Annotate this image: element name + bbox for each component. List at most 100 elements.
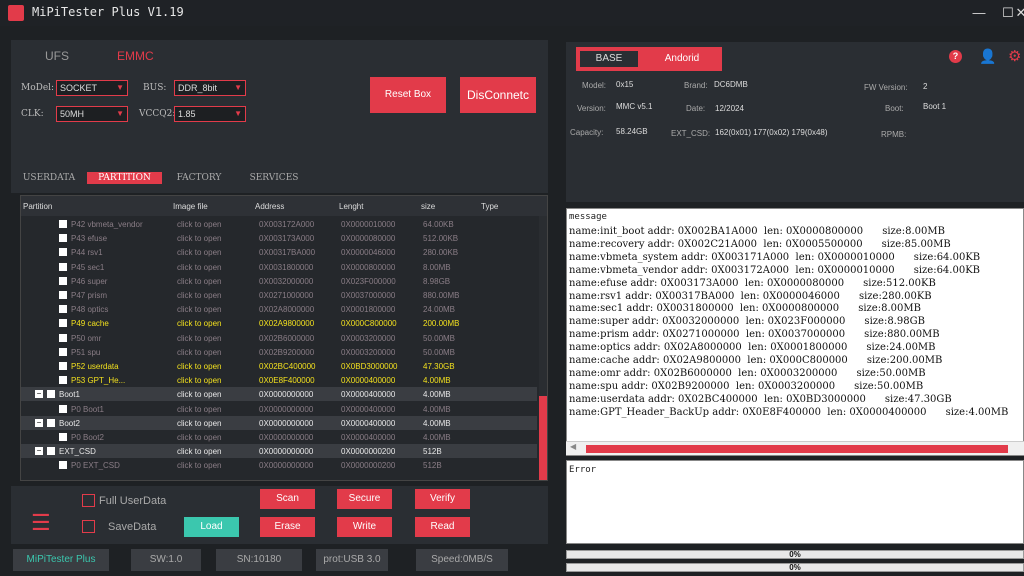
row-checkbox[interactable] <box>59 305 67 314</box>
tab-partition[interactable]: PARTITION <box>87 172 162 184</box>
row-checkbox[interactable] <box>59 433 67 441</box>
vccq2-select[interactable]: 1.85 ▼ <box>174 106 246 122</box>
tab-emmc[interactable]: EMMC <box>117 49 154 63</box>
table-row[interactable]: P0 Boot1 click to open 0X0000000000 0X00004… <box>21 402 537 416</box>
bus-select[interactable]: DDR_8bit ▼ <box>174 80 246 96</box>
row-checkbox[interactable] <box>59 347 67 356</box>
table-row[interactable]: P53 GPT_He... click to open 0X0E8F400000 0X… <box>21 373 537 387</box>
table-row[interactable]: P52 userdata click to open 0X02BC400000 0X0… <box>21 359 537 373</box>
tab-services[interactable]: SERVICES <box>243 172 305 184</box>
image-file-link[interactable]: click to open <box>177 461 221 470</box>
verify-button[interactable]: Verify <box>415 489 470 509</box>
image-file-link[interactable]: click to open <box>177 405 221 414</box>
image-file-link[interactable]: click to open <box>177 277 221 286</box>
tab-userdata[interactable]: USERDATA <box>19 172 79 184</box>
row-checkbox[interactable] <box>47 418 55 427</box>
message-hscrollbar[interactable]: ◀ <box>566 441 1024 455</box>
image-file-link[interactable]: click to open <box>177 334 221 343</box>
save-data-checkbox[interactable] <box>82 520 95 533</box>
row-checkbox[interactable] <box>59 376 67 385</box>
image-file-link[interactable]: click to open <box>177 248 221 257</box>
row-checkbox[interactable] <box>47 390 55 399</box>
row-checkbox[interactable] <box>59 362 67 370</box>
menu-icon[interactable]: ☰ <box>31 510 51 536</box>
table-row[interactable]: P45 sec1 click to open 0X0031800000 0X00008… <box>21 260 537 274</box>
image-file-link[interactable]: click to open <box>177 319 221 328</box>
row-checkbox[interactable] <box>59 333 67 342</box>
help-icon[interactable]: ? <box>949 50 962 63</box>
image-file-link[interactable]: click to open <box>177 348 221 357</box>
load-button[interactable]: Load <box>184 517 239 537</box>
row-checkbox[interactable] <box>59 276 67 285</box>
image-file-link[interactable]: click to open <box>177 376 221 385</box>
table-row[interactable]: P50 omr click to open 0X02B6000000 0X000320… <box>21 331 537 345</box>
collapse-icon[interactable]: − <box>35 447 43 456</box>
minimize-button[interactable]: — <box>968 3 990 23</box>
table-row[interactable]: − Boot1 click to open 0X0000000000 0X0000400… <box>21 387 537 402</box>
erase-button[interactable]: Erase <box>260 517 315 537</box>
scan-button[interactable]: Scan <box>260 489 315 509</box>
partition-length: 0X000C800000 <box>341 319 397 329</box>
image-file-link[interactable]: click to open <box>177 220 221 229</box>
progress-bar-2: 0% <box>566 563 1024 572</box>
close-button[interactable]: ✕ <box>1010 3 1024 23</box>
table-scrollbar-thumb[interactable] <box>539 396 547 480</box>
row-checkbox[interactable] <box>59 262 67 271</box>
write-button[interactable]: Write <box>337 517 392 537</box>
row-checkbox[interactable] <box>59 319 67 328</box>
tab-ufs[interactable]: UFS <box>45 49 69 63</box>
message-line: name:vbmeta_system addr: 0X003171A000 le… <box>569 251 981 263</box>
message-log[interactable]: message name:init_boot addr: 0X002BA1A00… <box>566 208 1024 456</box>
reset-box-button[interactable]: Reset Box <box>370 77 446 113</box>
image-file-link[interactable]: click to open <box>177 305 221 314</box>
collapse-icon[interactable]: − <box>35 390 43 399</box>
tab-factory[interactable]: FACTORY <box>169 172 229 184</box>
row-checkbox[interactable] <box>59 220 67 228</box>
image-file-link[interactable]: click to open <box>177 433 221 442</box>
partition-address: 0X0000000000 <box>259 404 314 414</box>
table-row[interactable]: P46 super click to open 0X0032000000 0X023F… <box>21 274 537 288</box>
table-row[interactable]: − EXT_CSD click to open 0X0000000000 0X00000… <box>21 444 537 459</box>
secure-button[interactable]: Secure <box>337 489 392 509</box>
image-file-link[interactable]: click to open <box>177 263 221 272</box>
image-file-link[interactable]: click to open <box>177 447 221 456</box>
error-log[interactable]: Error <box>566 460 1024 544</box>
image-file-link[interactable]: click to open <box>177 419 221 428</box>
partition-size: 47.30GB <box>423 362 455 371</box>
table-row[interactable]: P49 cache click to open 0X02A9800000 0X000C… <box>21 316 537 330</box>
read-button[interactable]: Read <box>415 517 470 537</box>
table-row[interactable]: P42 vbmeta_vendor click to open 0X003172A0… <box>21 217 537 231</box>
table-row[interactable]: P47 prism click to open 0X0271000000 0X0037… <box>21 288 537 302</box>
row-checkbox[interactable] <box>59 404 67 413</box>
row-checkbox[interactable] <box>59 248 67 257</box>
row-checkbox[interactable] <box>59 234 67 243</box>
full-userdata-checkbox[interactable] <box>82 494 95 507</box>
partition-name: EXT_CSD <box>59 447 96 457</box>
model-select[interactable]: SOCKET ▼ <box>56 80 128 96</box>
gear-icon[interactable]: ⚙ <box>1008 47 1021 65</box>
collapse-icon[interactable]: − <box>35 418 43 427</box>
table-row[interactable]: P44 rsv1 click to open 0X00317BA000 0X00000… <box>21 245 537 259</box>
table-row[interactable]: P43 efuse click to open 0X003173A000 0X0000… <box>21 231 537 245</box>
message-hscrollbar-thumb[interactable] <box>586 445 1008 453</box>
image-file-link[interactable]: click to open <box>177 291 221 300</box>
row-checkbox[interactable] <box>59 291 67 299</box>
table-row[interactable]: P51 spu click to open 0X02B9200000 0X000320… <box>21 345 537 359</box>
table-row[interactable]: P0 Boot2 click to open 0X0000000000 0X00004… <box>21 430 537 444</box>
table-row[interactable]: P48 optics click to open 0X02A8000000 0X000… <box>21 302 537 316</box>
disconnect-button[interactable]: DisConnetc <box>460 77 536 113</box>
image-file-link[interactable]: click to open <box>177 390 221 399</box>
image-file-link[interactable]: click to open <box>177 234 221 243</box>
clk-select[interactable]: 50MH ▼ <box>56 106 128 122</box>
scroll-left-icon[interactable]: ◀ <box>570 442 576 451</box>
partition-length: 0X0000400000 <box>341 404 396 414</box>
row-checkbox[interactable] <box>47 447 55 456</box>
row-checkbox[interactable] <box>59 461 67 470</box>
tab-android[interactable]: Andorid <box>645 51 719 67</box>
tab-base[interactable]: BASE <box>580 51 638 67</box>
partition-length: 0X0000400000 <box>341 390 396 400</box>
user-settings-icon[interactable]: 👤 <box>979 48 996 65</box>
table-row[interactable]: P0 EXT_CSD click to open 0X0000000000 0X000… <box>21 458 537 472</box>
table-row[interactable]: − Boot2 click to open 0X0000000000 0X0000400… <box>21 415 537 430</box>
image-file-link[interactable]: click to open <box>177 362 221 371</box>
